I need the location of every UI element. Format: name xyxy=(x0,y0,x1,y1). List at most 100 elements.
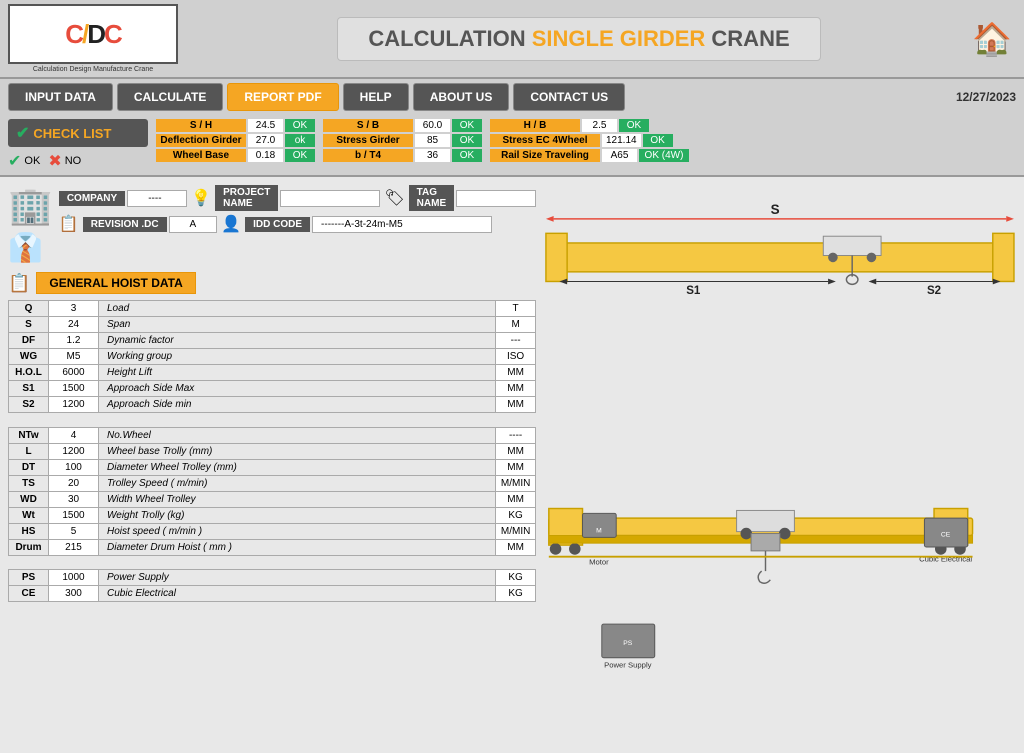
tag-label: TAG NAME xyxy=(409,185,454,211)
revision-label: REVISION .DC xyxy=(83,217,167,232)
nav-about-us[interactable]: ABOUT US xyxy=(413,83,510,111)
nav-help[interactable]: HELP xyxy=(343,83,409,111)
trolley-table: NTw 4 No.Wheel ---- L 1200 Wheel base Tr… xyxy=(8,427,536,562)
table-row: Wt 1500 Weight Trolly (kg) KG xyxy=(9,507,536,523)
company-value: ---- xyxy=(127,190,187,207)
stressgirder-val: 85 xyxy=(415,134,450,147)
svg-text:M: M xyxy=(596,528,602,535)
sb-label: S / B xyxy=(323,119,413,132)
logo-subtitle: Calculation Design Manufacture Crane xyxy=(33,66,153,73)
table-row: PS 1000 Power Supply KG xyxy=(9,570,536,586)
logo-box: C/DC xyxy=(8,4,178,64)
defgirder-label: Deflection Girder xyxy=(156,134,246,147)
checklist-box: ✔ CHECK LIST ✔ OK ✖ NO xyxy=(8,119,148,171)
railsize-val: A65 xyxy=(602,149,637,162)
sh-val: 24.5 xyxy=(248,119,283,132)
power-table: PS 1000 Power Supply KG CE 300 Cubic Ele… xyxy=(8,569,536,602)
crane-diagram-3d: M Motor PS Power Supply CE Cubic Electri… xyxy=(544,455,1016,745)
table-row: Q 3 Load T xyxy=(9,301,536,317)
table-row: L 1200 Wheel base Trolly (mm) MM xyxy=(9,443,536,459)
svg-text:Power Supply: Power Supply xyxy=(604,660,652,669)
project-value xyxy=(280,190,380,207)
nav-report-pdf[interactable]: REPORT PDF xyxy=(227,83,338,111)
stressec-val: 121.14 xyxy=(602,134,641,147)
title-text: CALCULATION xyxy=(368,26,531,51)
nav-contact-us[interactable]: CONTACT US xyxy=(513,83,625,111)
no-icon: ✖ xyxy=(48,151,61,171)
bt4-val: 36 xyxy=(415,149,450,162)
svg-text:S2: S2 xyxy=(927,285,941,297)
tag-icon: 🏷 xyxy=(384,188,404,208)
info-section: 🏢 👔 COMPANY ---- 💡 PROJECT NAME xyxy=(8,185,536,264)
left-panel: 🏢 👔 COMPANY ---- 💡 PROJECT NAME xyxy=(8,185,536,745)
stressec-label: Stress EC 4Wheel xyxy=(490,134,600,147)
table-row: TS 20 Trolley Speed ( m/min) M/MIN xyxy=(9,475,536,491)
ok-icon: ✔ xyxy=(8,151,21,171)
check-row-bt4: b / T4 36 OK xyxy=(323,149,482,162)
bt4-label: b / T4 xyxy=(323,149,413,162)
check-row-hb: H / B 2.5 OK xyxy=(490,119,689,132)
tag-value xyxy=(456,190,536,207)
general-hoist-header: 📋 GENERAL HOIST DATA xyxy=(8,272,536,294)
table-row: WG M5 Working group ISO xyxy=(9,349,536,365)
idd-icon: 👤 xyxy=(221,214,241,234)
idd-value: -------A-3t-24m-M5 xyxy=(312,216,492,233)
table-row: NTw 4 No.Wheel ---- xyxy=(9,427,536,443)
hoist-section-icon: 📋 xyxy=(8,273,30,294)
table-row: H.O.L 6000 Height Lift MM xyxy=(9,365,536,381)
nav-input-data[interactable]: INPUT DATA xyxy=(8,83,113,111)
stressgirder-label: Stress Girder xyxy=(323,134,413,147)
revision-value: A xyxy=(169,216,218,233)
table-row: S 24 Span M xyxy=(9,317,536,333)
idd-label: IDD CODE xyxy=(245,217,310,232)
stressec-status: OK xyxy=(643,134,673,147)
header: C/DC Calculation Design Manufacture Cran… xyxy=(0,0,1024,79)
check-col-2: S / B 60.0 OK Stress Girder 85 OK b / T4… xyxy=(323,119,482,162)
defgirder-status: ok xyxy=(285,134,315,147)
legend-no: ✖ NO xyxy=(48,151,81,171)
check-row-stressec: Stress EC 4Wheel 121.14 OK xyxy=(490,134,689,147)
legend-ok: ✔ OK xyxy=(8,151,40,171)
table-row: Drum 215 Diameter Drum Hoist ( mm ) MM xyxy=(9,539,536,555)
table-row: S1 1500 Approach Side Max MM xyxy=(9,381,536,397)
navbar: INPUT DATA CALCULATE REPORT PDF HELP ABO… xyxy=(0,79,1024,115)
hb-label: H / B xyxy=(490,119,580,132)
idd-field: IDD CODE -------A-3t-24m-M5 xyxy=(245,216,492,233)
checklist-legend: ✔ OK ✖ NO xyxy=(8,151,148,171)
check-row-railsize: Rail Size Traveling A65 OK (4W) xyxy=(490,149,689,162)
main-content: 🏢 👔 COMPANY ---- 💡 PROJECT NAME xyxy=(0,177,1024,753)
info-icons: 🏢 👔 xyxy=(8,185,53,264)
checklist-title-text: CHECK LIST xyxy=(33,126,111,141)
stressgirder-status: OK xyxy=(452,134,482,147)
check-row-wheelbase: Wheel Base 0.18 OK xyxy=(156,149,315,162)
sh-label: S / H xyxy=(156,119,246,132)
table-row: DF 1.2 Dynamic factor --- xyxy=(9,333,536,349)
railsize-status: OK (4W) xyxy=(639,149,689,162)
wheelbase-val: 0.18 xyxy=(248,149,283,162)
check-columns: S / H 24.5 OK Deflection Girder 27.0 ok … xyxy=(156,119,1016,162)
project-field: PROJECT NAME xyxy=(215,185,380,211)
check-col-1: S / H 24.5 OK Deflection Girder 27.0 ok … xyxy=(156,119,315,162)
table-row: WD 30 Width Wheel Trolley MM xyxy=(9,491,536,507)
general-hoist-title: GENERAL HOIST DATA xyxy=(36,272,195,294)
svg-text:Motor: Motor xyxy=(589,557,609,566)
check-col-3: H / B 2.5 OK Stress EC 4Wheel 121.14 OK … xyxy=(490,119,689,162)
hb-status: OK xyxy=(619,119,649,132)
hb-val: 2.5 xyxy=(582,119,617,132)
svg-text:S1: S1 xyxy=(686,285,701,297)
railsize-label: Rail Size Traveling xyxy=(490,149,600,162)
checklist-area: ✔ CHECK LIST ✔ OK ✖ NO S / H 24.5 OK Def… xyxy=(0,115,1024,177)
table-row: DT 100 Diameter Wheel Trolley (mm) MM xyxy=(9,459,536,475)
checklist-title: ✔ CHECK LIST xyxy=(8,119,148,147)
table-row: S2 1200 Approach Side min MM xyxy=(9,397,536,413)
check-row-sb: S / B 60.0 OK xyxy=(323,119,482,132)
check-green-icon: ✔ xyxy=(16,123,29,143)
table-row: HS 5 Hoist speed ( m/min ) M/MIN xyxy=(9,523,536,539)
table-row: CE 300 Cubic Electrical KG xyxy=(9,586,536,602)
sh-status: OK xyxy=(285,119,315,132)
sb-status: OK xyxy=(452,119,482,132)
home-icon[interactable]: 🏠 xyxy=(968,15,1016,63)
date-display: 12/27/2023 xyxy=(956,90,1016,104)
svg-text:S: S xyxy=(771,202,780,217)
nav-calculate[interactable]: CALCULATE xyxy=(117,83,223,111)
